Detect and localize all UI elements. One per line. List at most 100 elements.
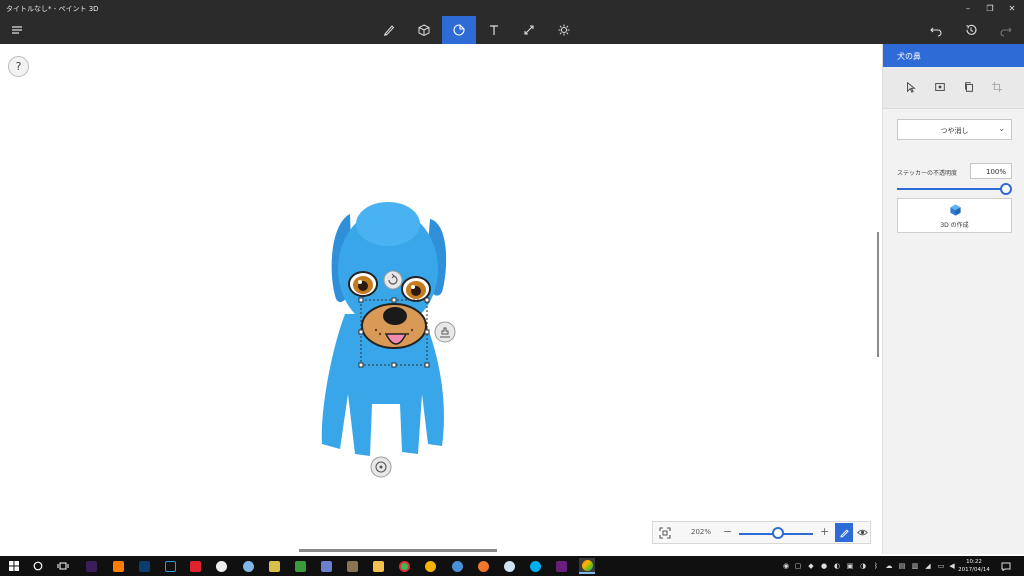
tray-app-icon[interactable]: ▤: [897, 560, 907, 572]
resize-handle[interactable]: [358, 362, 364, 368]
cube-icon[interactable]: [407, 16, 441, 44]
brush-icon[interactable]: [372, 16, 406, 44]
main-toolbar: [0, 16, 1024, 44]
notification-center-icon[interactable]: [1000, 560, 1012, 572]
title-bar: タイトルなし* - ペイント 3D – ❐ ✕: [0, 0, 1024, 16]
effects-icon[interactable]: [547, 16, 581, 44]
rotate-handle-icon[interactable]: [383, 270, 403, 290]
finish-dropdown-value: つや消し: [940, 127, 969, 135]
blue-circle-app-icon[interactable]: [240, 558, 256, 574]
illustrator-app-icon[interactable]: [110, 558, 126, 574]
pen-icon: [839, 529, 849, 538]
close-button[interactable]: ✕: [1001, 0, 1023, 16]
chrome-icon[interactable]: [396, 558, 412, 574]
yellow-app-icon[interactable]: [422, 558, 438, 574]
hamburger-menu-icon[interactable]: [0, 16, 34, 44]
zoom-out-button[interactable]: −: [723, 525, 732, 538]
soccer-app-icon[interactable]: [213, 558, 229, 574]
onedrive-icon[interactable]: ☁: [884, 560, 894, 572]
history-icon[interactable]: [954, 16, 988, 44]
resize-handle[interactable]: [424, 329, 430, 335]
crop-icon[interactable]: [989, 79, 1005, 95]
resize-handle[interactable]: [424, 297, 430, 303]
resize-handle[interactable]: [424, 362, 430, 368]
zoom-in-button[interactable]: +: [820, 525, 829, 538]
orbit-handle-icon[interactable]: [370, 456, 392, 478]
photo-app-icon[interactable]: [344, 558, 360, 574]
eye-icon: [856, 529, 868, 536]
resize-handle[interactable]: [358, 297, 364, 303]
fit-to-screen-icon[interactable]: [658, 526, 672, 540]
vertical-scrollbar[interactable]: [877, 232, 879, 357]
horizontal-scrollbar[interactable]: [299, 549, 497, 552]
clock-time: 10:22: [966, 559, 982, 565]
tray-app-icon[interactable]: ▥: [910, 560, 920, 572]
cube-icon: [950, 204, 961, 216]
zoom-slider-thumb[interactable]: [772, 527, 784, 539]
sticker-opacity-slider-track[interactable]: [897, 188, 1007, 190]
cloud-app-icon[interactable]: [449, 558, 465, 574]
tray-app-icon[interactable]: ◑: [858, 560, 868, 572]
resize-handle[interactable]: [391, 297, 397, 303]
select-icon[interactable]: [903, 79, 919, 95]
task-view-icon[interactable]: [55, 558, 71, 574]
windows-start-icon[interactable]: [6, 558, 22, 574]
stamp-handle-icon[interactable]: [434, 321, 456, 343]
minimize-button[interactable]: –: [957, 0, 979, 16]
clock-date: 2017/04/14: [958, 567, 990, 573]
panel-divider: [883, 108, 1024, 109]
resize-handle[interactable]: [391, 362, 397, 368]
game-app-icon[interactable]: [292, 558, 308, 574]
sticker-icon[interactable]: [442, 16, 476, 44]
disc-app-icon[interactable]: [501, 558, 517, 574]
paint3d-taskbar-icon[interactable]: [579, 558, 595, 574]
tray-record-icon[interactable]: ◉: [781, 560, 791, 572]
tray-app-icon[interactable]: ●: [819, 560, 829, 572]
sticker-opacity-input[interactable]: 100%: [970, 163, 1012, 179]
tray-app-icon[interactable]: ◆: [806, 560, 816, 572]
bluetooth-icon[interactable]: ᛒ: [871, 560, 881, 572]
make-3d-button[interactable]: 3D の作成: [897, 198, 1012, 233]
dog-right-eye: [401, 276, 431, 302]
dog-3d-model[interactable]: [300, 194, 470, 484]
help-button[interactable]: ?: [8, 56, 29, 77]
zoom-bar: 202% − +: [652, 521, 871, 544]
visual-studio-icon[interactable]: [553, 558, 569, 574]
edit-mode-button[interactable]: [835, 523, 853, 542]
text-icon[interactable]: [477, 16, 511, 44]
zoom-percent: 202%: [691, 528, 712, 536]
monitor-app-icon[interactable]: [266, 558, 282, 574]
paint3d-window: タイトルなし* - ペイント 3D – ❐ ✕ ? 202% − + 犬の鼻 つ…: [0, 0, 1024, 556]
paint-app-icon[interactable]: [318, 558, 334, 574]
battery-icon[interactable]: ▭: [936, 560, 946, 572]
copy-icon[interactable]: [961, 79, 977, 95]
file-explorer-icon[interactable]: [370, 558, 386, 574]
media-app-icon[interactable]: [162, 558, 178, 574]
stamp-icon[interactable]: [932, 79, 948, 95]
drawing-canvas[interactable]: ? 202% − +: [0, 44, 881, 554]
sticker-opacity-slider-thumb[interactable]: [1000, 183, 1012, 195]
premiere-app-icon[interactable]: [83, 558, 99, 574]
red-app-icon[interactable]: [187, 558, 203, 574]
window-title: タイトルなし* - ペイント 3D: [6, 5, 99, 13]
view-mode-button[interactable]: [855, 524, 869, 541]
sticker-opacity-label: ステッカーの不透明度: [897, 170, 958, 177]
tray-app-icon[interactable]: ▢: [793, 560, 803, 572]
network-icon[interactable]: ◢: [923, 560, 933, 572]
skype-icon[interactable]: [527, 558, 543, 574]
photoshop-app-icon[interactable]: [136, 558, 152, 574]
redo-icon[interactable]: [989, 16, 1023, 44]
undo-icon[interactable]: [919, 16, 953, 44]
resize-handle[interactable]: [358, 329, 364, 335]
finish-dropdown[interactable]: つや消し ⌄: [897, 119, 1012, 140]
canvas-icon[interactable]: [512, 16, 546, 44]
restore-button[interactable]: ❐: [979, 0, 1001, 16]
chevron-down-icon: ⌄: [998, 124, 1005, 133]
tray-app-icon[interactable]: ◐: [832, 560, 842, 572]
tray-app-icon[interactable]: ▣: [845, 560, 855, 572]
dog-nose-sticker[interactable]: [361, 303, 427, 349]
panel-tool-row: [883, 67, 1024, 108]
taskbar-clock[interactable]: 10:22 2017/04/14: [956, 558, 992, 574]
cortana-icon[interactable]: [30, 558, 46, 574]
orange-app-icon[interactable]: [475, 558, 491, 574]
